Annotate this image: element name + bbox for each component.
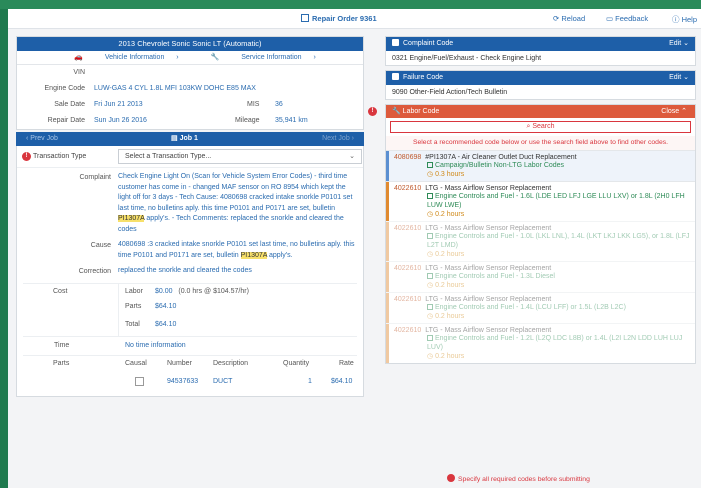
document-icon [301, 14, 309, 22]
error-icon: ! [368, 107, 377, 116]
category-icon [427, 193, 433, 199]
labor-search-button[interactable]: ⌕ Search [390, 121, 691, 133]
clock-icon: ◷ [427, 282, 436, 289]
sale-row: Sale Date Fri Jun 21 2013 MIS 36 [54, 101, 283, 108]
labor-code-header: 🔧 Labor Code Close ⌃ [386, 105, 695, 118]
transaction-type-row: ! Transaction Type Select a Transaction … [17, 146, 363, 168]
labor-code-panel: 🔧 Labor Code Close ⌃ ⌕ Search Select a r… [385, 104, 696, 364]
vehicle-title: 2013 Chevrolet Sonic Sonic LT (Automatic… [17, 37, 363, 51]
error-icon: ! [22, 152, 31, 161]
clock-icon: ◷ [427, 313, 436, 320]
clock-icon: ◷ [427, 353, 436, 360]
vehicle-tabs: 🚗 Vehicle Information › 🔧 Service Inform… [17, 51, 363, 65]
right-column: Complaint Code Edit ⌄ 0321 Engine/Fuel/E… [368, 36, 696, 368]
next-job-button[interactable]: Next Job › [322, 132, 354, 146]
help-link[interactable]: ⓘ Help [672, 14, 697, 25]
labor-code-item[interactable]: 4022610 LTG - Mass Airflow Sensor Replace… [386, 181, 695, 221]
part-description: DUCT [213, 377, 233, 385]
vin-row: VIN [73, 69, 85, 76]
category-icon [427, 304, 433, 310]
cost-section: Cost Labor $0.00 (0.0 hrs @ $104.57/hr) P… [17, 283, 363, 336]
labor-code-close-button[interactable]: Close ⌃ [661, 105, 687, 118]
complaint-code-panel: Complaint Code Edit ⌄ 0321 Engine/Fuel/E… [385, 36, 696, 66]
car-icon: 🚗 [74, 54, 85, 61]
chat-icon [392, 39, 399, 46]
divider [118, 283, 119, 336]
complaint-text: Check Engine Light On (Scan for Vehicle … [118, 173, 353, 233]
clock-icon: ◷ [427, 171, 436, 178]
failure-code-header: Failure Code Edit ⌄ [386, 71, 695, 85]
cause-row: Cause 4080698 :3 cracked intake snorkle … [17, 240, 363, 261]
engine-row: Engine Code LUW-GAS 4 CYL 1.8L MFI 103KW… [44, 85, 256, 92]
parts-section: Parts Causal Number Description Quantity… [53, 359, 354, 386]
chevron-down-icon: ⌄ [349, 153, 355, 160]
repair-order-title[interactable]: Repair Order 9361 [301, 14, 377, 23]
bulletin-highlight: PI1307A [240, 251, 268, 259]
category-icon [427, 162, 433, 168]
labor-code-hint: Select a recommended code below or use t… [386, 136, 695, 150]
failure-code-edit-button[interactable]: Edit ⌄ [669, 71, 689, 85]
error-icon [447, 474, 455, 482]
causal-checkbox[interactable] [135, 376, 144, 386]
tab-service-information[interactable]: 🔧 Service Information › [201, 54, 316, 61]
main-content: 2013 Chevrolet Sonic Sonic LT (Automatic… [8, 29, 701, 488]
job-title: ▤ Job 1 [171, 135, 198, 142]
reload-link[interactable]: ⟳ Reload [553, 14, 585, 23]
bulletin-highlight: PI1307A [118, 215, 145, 222]
window-frame [0, 0, 701, 9]
feedback-link[interactable]: ▭ Feedback [606, 14, 648, 23]
submit-warning: Specify all required codes before submit… [447, 474, 590, 483]
warning-icon [392, 73, 399, 80]
category-icon [427, 233, 433, 239]
complaint-code-header: Complaint Code Edit ⌄ [386, 37, 695, 51]
labor-code-item[interactable]: 4022610 LTG - Mass Airflow Sensor Replace… [386, 221, 695, 261]
calendar-icon: ▤ [171, 135, 180, 142]
labor-code-section: ! 🔧 Labor Code Close ⌃ ⌕ Search Select a… [368, 104, 696, 364]
prev-job-button[interactable]: ‹ Prev Job [26, 132, 58, 146]
chat-icon: ▭ [606, 14, 616, 23]
failure-code-panel: Failure Code Edit ⌄ 9090 Other-Field Act… [385, 70, 696, 100]
vehicle-card: 2013 Chevrolet Sonic Sonic LT (Automatic… [16, 36, 364, 130]
labor-code-item[interactable]: 4022610 LTG - Mass Airflow Sensor Replace… [386, 323, 695, 363]
failure-code-value: 9090 Other-Field Action/Tech Bulletin [392, 89, 508, 96]
complaint-row: Complaint Check Engine Light On (Scan fo… [17, 172, 363, 235]
part-rate: $64.10 [331, 377, 353, 385]
correction-text: replaced the snorkle and cleared the cod… [118, 267, 252, 274]
wrench-icon: 🔧 [210, 54, 222, 61]
job-navigation: ‹ Prev Job ▤ Job 1 Next Job › [16, 132, 364, 146]
correction-row: Correction replaced the snorkle and clea… [17, 266, 363, 277]
complaint-code-value: 0321 Engine/Fuel/Exhaust - Check Engine … [392, 55, 542, 62]
category-icon [427, 335, 433, 341]
category-icon [427, 273, 433, 279]
cause-text: 4080698 :3 cracked intake snorkle P0101 … [118, 241, 355, 259]
total-cost: Total $64.10 [125, 320, 177, 328]
job-card: ! Transaction Type Select a Transaction … [16, 146, 364, 397]
labor-cost: Labor $0.00 (0.0 hrs @ $104.57/hr) [125, 287, 249, 295]
part-number[interactable]: 94537633 [167, 378, 198, 385]
labor-code-item[interactable]: 4022610 LTG - Mass Airflow Sensor Replace… [386, 261, 695, 292]
clock-icon: ◷ [427, 211, 436, 218]
time-section: Time No time information [54, 341, 186, 349]
left-column: 2013 Chevrolet Sonic Sonic LT (Automatic… [16, 36, 364, 397]
help-icon: ⓘ [672, 15, 682, 24]
transaction-type-select[interactable]: Select a Transaction Type... ⌄ [118, 149, 362, 164]
parts-cost: Parts $64.10 [125, 302, 177, 310]
labor-code-item[interactable]: 4022610 LTG - Mass Airflow Sensor Replace… [386, 292, 695, 323]
tab-vehicle-information[interactable]: 🚗 Vehicle Information › [64, 54, 179, 61]
wrench-icon: 🔧 [392, 108, 403, 115]
repair-row: Repair Date Sun Jun 26 2016 Mileage 35,9… [47, 117, 308, 124]
labor-code-item[interactable]: 4080698 #PI1307A - Air Cleaner Outlet Duc… [386, 150, 695, 181]
part-quantity: 1 [308, 377, 312, 385]
complaint-code-edit-button[interactable]: Edit ⌄ [669, 37, 689, 51]
top-bar: Repair Order 9361 ⟳ Reload ▭ Feedback ⓘ … [8, 9, 701, 29]
clock-icon: ◷ [427, 251, 436, 258]
